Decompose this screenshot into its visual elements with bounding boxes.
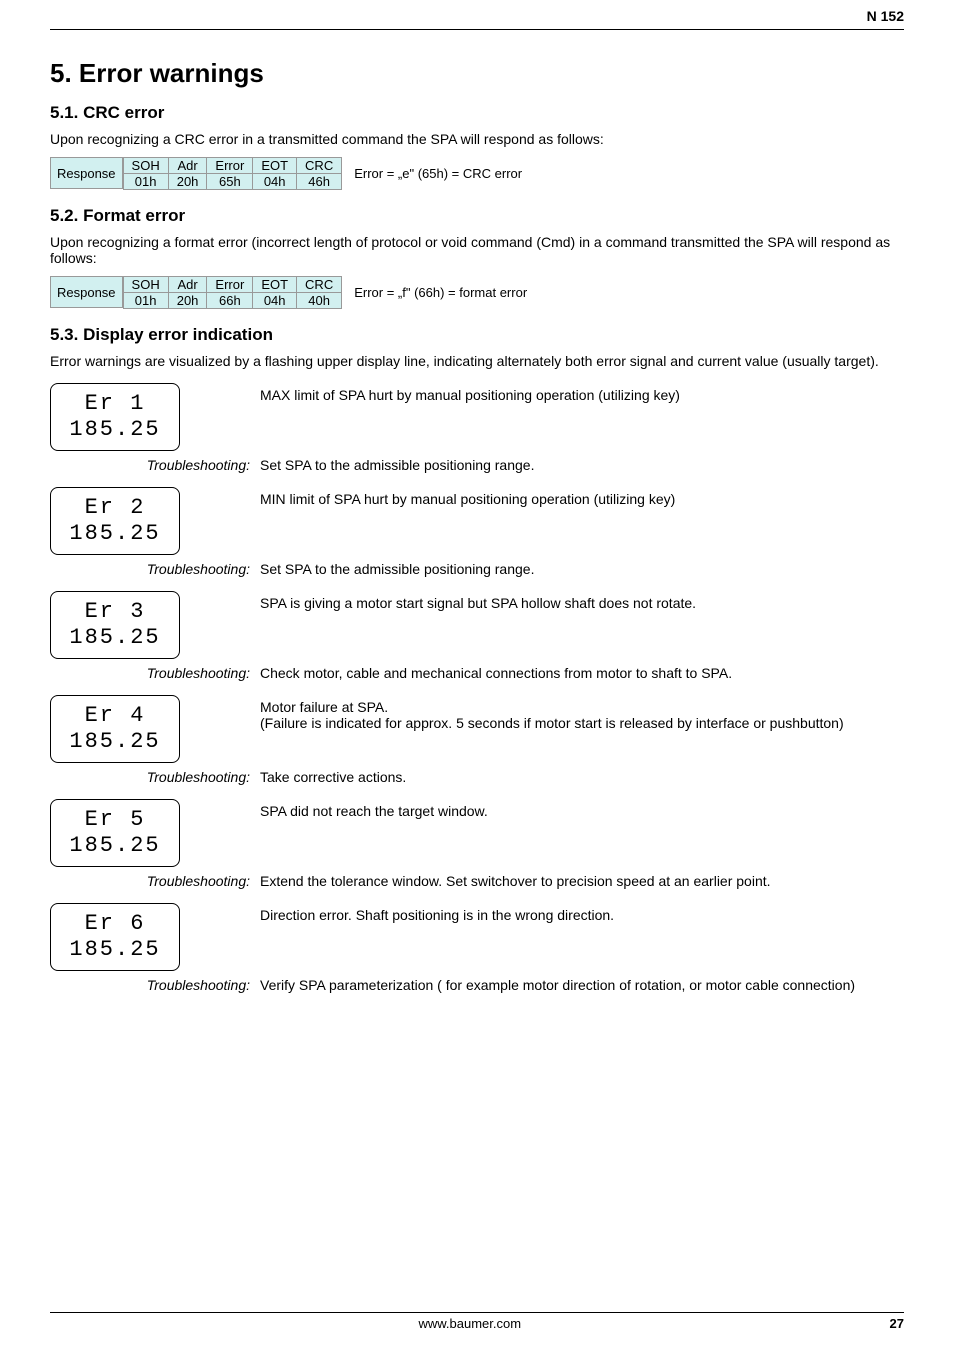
troubleshoot-label: Troubleshooting: (50, 457, 260, 473)
fmt-val-0: 01h (123, 293, 168, 309)
crc-val-1: 20h (168, 174, 207, 190)
segment-display-1: Er 1185.25 (50, 383, 180, 451)
segment-line1: Er 4 (85, 703, 146, 729)
section-crc-intro: Upon recognizing a CRC error in a transm… (50, 131, 904, 147)
error-desc-2: MIN limit of SPA hurt by manual position… (260, 487, 904, 507)
footer: www.baumer.com 27 (50, 1312, 904, 1331)
crc-val-4: 46h (297, 174, 342, 190)
troubleshoot-row-2: Troubleshooting:Set SPA to the admissibl… (50, 561, 904, 577)
fmt-note: Error = „f" (66h) = format error (342, 276, 527, 308)
fmt-val-4: 40h (297, 293, 342, 309)
segment-line2: 185.25 (69, 417, 160, 443)
troubleshoot-text-5: Extend the tolerance window. Set switcho… (260, 873, 904, 889)
segment-display-6: Er 6185.25 (50, 903, 180, 971)
section-crc-title: 5.1. CRC error (50, 103, 904, 123)
segment-display-5: Er 5185.25 (50, 799, 180, 867)
segment-display-3: Er 3185.25 (50, 591, 180, 659)
troubleshoot-row-4: Troubleshooting:Take corrective actions. (50, 769, 904, 785)
error-block-1: Er 1185.25 MAX limit of SPA hurt by manua… (50, 383, 904, 451)
troubleshoot-label: Troubleshooting: (50, 769, 260, 785)
error-desc-3: SPA is giving a motor start signal but S… (260, 591, 904, 611)
segment-line1: Er 6 (85, 911, 146, 937)
crc-val-3: 04h (253, 174, 297, 190)
crc-val-2: 65h (207, 174, 253, 190)
header-code: N 152 (867, 8, 904, 24)
fmt-val-1: 20h (168, 293, 207, 309)
crc-col-4: CRC (297, 158, 342, 174)
section-disp-title: 5.3. Display error indication (50, 325, 904, 345)
crc-note: Error = „e" (65h) = CRC error (342, 157, 522, 189)
troubleshoot-text-1: Set SPA to the admissible positioning ra… (260, 457, 904, 473)
fmt-val-3: 04h (253, 293, 297, 309)
segment-line2: 185.25 (69, 833, 160, 859)
troubleshoot-row-3: Troubleshooting:Check motor, cable and m… (50, 665, 904, 681)
troubleshoot-label: Troubleshooting: (50, 665, 260, 681)
segment-line1: Er 3 (85, 599, 146, 625)
troubleshoot-label: Troubleshooting: (50, 977, 260, 993)
fmt-col-0: SOH (123, 277, 168, 293)
segment-line1: Er 2 (85, 495, 146, 521)
fmt-col-2: Error (207, 277, 253, 293)
header-rule: N 152 (50, 0, 904, 30)
section-fmt-intro: Upon recognizing a format error (incorre… (50, 234, 904, 266)
section-disp-intro: Error warnings are visualized by a flash… (50, 353, 904, 369)
crc-col-3: EOT (253, 158, 297, 174)
crc-col-1: Adr (168, 158, 207, 174)
error-desc-1: MAX limit of SPA hurt by manual position… (260, 383, 904, 403)
troubleshoot-text-2: Set SPA to the admissible positioning ra… (260, 561, 904, 577)
segment-line2: 185.25 (69, 625, 160, 651)
troubleshoot-text-4: Take corrective actions. (260, 769, 904, 785)
crc-response-label: Response (50, 157, 123, 189)
error-block-2: Er 2185.25 MIN limit of SPA hurt by manua… (50, 487, 904, 555)
crc-table: SOH Adr Error EOT CRC 01h 20h 65h 04h 46… (123, 157, 343, 190)
fmt-col-3: EOT (253, 277, 297, 293)
fmt-table: SOH Adr Error EOT CRC 01h 20h 66h 04h 40… (123, 276, 343, 309)
fmt-response-label: Response (50, 276, 123, 308)
error-block-6: Er 6185.25 Direction error. Shaft positio… (50, 903, 904, 971)
section-fmt-title: 5.2. Format error (50, 206, 904, 226)
footer-url: www.baumer.com (418, 1316, 521, 1331)
crc-response-row: Response SOH Adr Error EOT CRC 01h 20h 6… (50, 157, 904, 190)
segment-line1: Er 5 (85, 807, 146, 833)
troubleshoot-label: Troubleshooting: (50, 873, 260, 889)
crc-col-0: SOH (123, 158, 168, 174)
segment-display-4: Er 4185.25 (50, 695, 180, 763)
segment-line2: 185.25 (69, 521, 160, 547)
troubleshoot-label: Troubleshooting: (50, 561, 260, 577)
error-desc-4: Motor failure at SPA. (Failure is indica… (260, 695, 904, 731)
error-desc-6: Direction error. Shaft positioning is in… (260, 903, 904, 923)
troubleshoot-row-5: Troubleshooting:Extend the tolerance win… (50, 873, 904, 889)
segment-line2: 185.25 (69, 729, 160, 755)
troubleshoot-text-3: Check motor, cable and mechanical connec… (260, 665, 904, 681)
segment-line2: 185.25 (69, 937, 160, 963)
fmt-col-1: Adr (168, 277, 207, 293)
troubleshoot-row-1: Troubleshooting:Set SPA to the admissibl… (50, 457, 904, 473)
crc-val-0: 01h (123, 174, 168, 190)
troubleshoot-row-6: Troubleshooting:Verify SPA parameterizat… (50, 977, 904, 993)
error-block-4: Er 4185.25 Motor failure at SPA. (Failure… (50, 695, 904, 763)
error-block-5: Er 5185.25 SPA did not reach the target w… (50, 799, 904, 867)
page-title: 5. Error warnings (50, 58, 904, 89)
fmt-val-2: 66h (207, 293, 253, 309)
footer-page: 27 (890, 1316, 904, 1331)
crc-col-2: Error (207, 158, 253, 174)
error-block-3: Er 3185.25 SPA is giving a motor start si… (50, 591, 904, 659)
fmt-response-row: Response SOH Adr Error EOT CRC 01h 20h 6… (50, 276, 904, 309)
fmt-col-4: CRC (297, 277, 342, 293)
troubleshoot-text-6: Verify SPA parameterization ( for exampl… (260, 977, 904, 993)
error-desc-5: SPA did not reach the target window. (260, 799, 904, 819)
segment-display-2: Er 2185.25 (50, 487, 180, 555)
segment-line1: Er 1 (85, 391, 146, 417)
